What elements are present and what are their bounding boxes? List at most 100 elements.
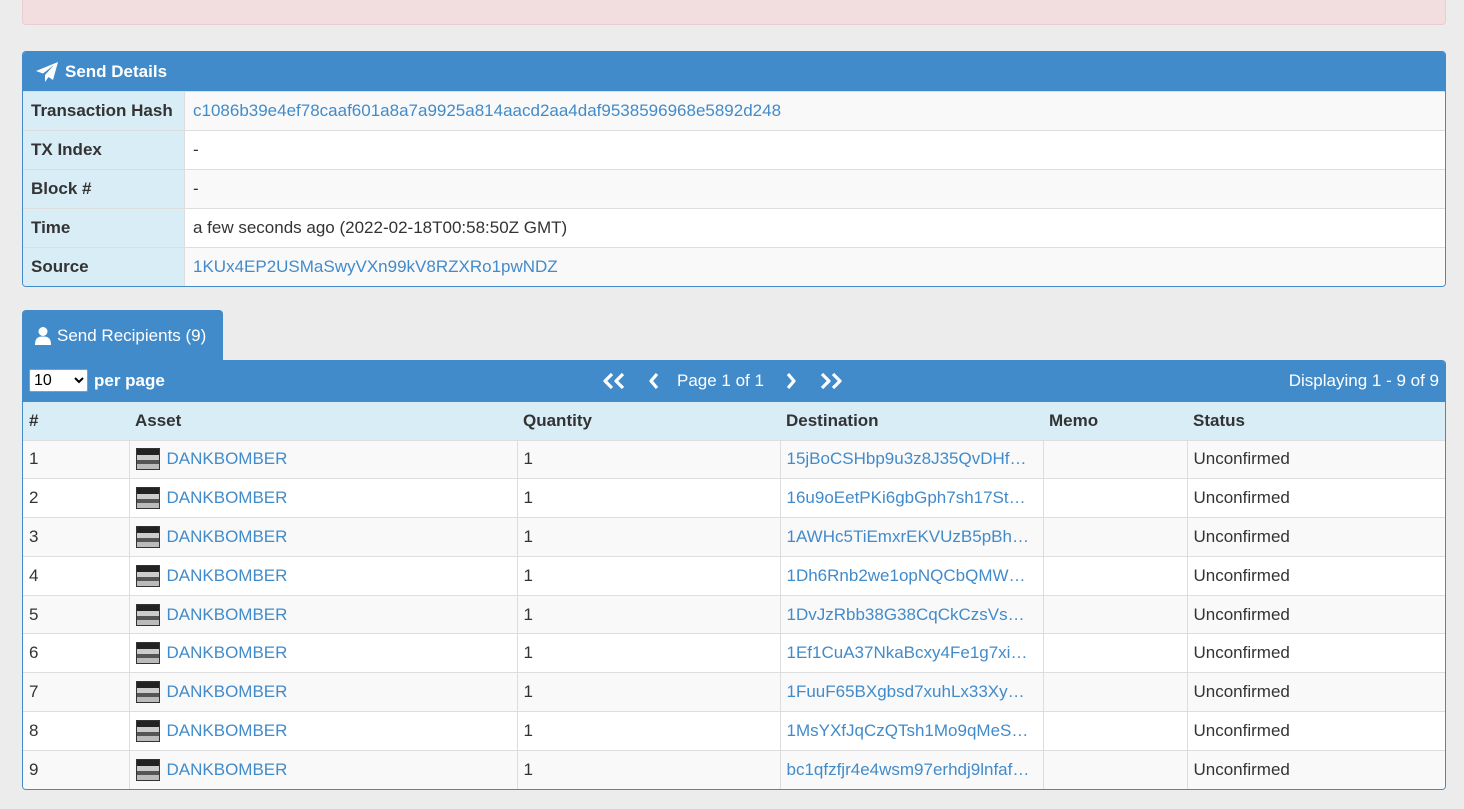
row-number: 8 (29, 720, 39, 740)
chevron-left-icon (649, 372, 659, 390)
status: Unconfirmed (1193, 643, 1290, 663)
send-details-title: Send Details (65, 61, 168, 81)
asset-link[interactable]: DANKBOMBER (167, 643, 288, 663)
error-alert (22, 0, 1446, 25)
per-page-select[interactable]: 10 (29, 369, 88, 392)
detail-value: - (193, 179, 199, 198)
status: Unconfirmed (1193, 526, 1290, 546)
recipients-panel: 10 per page Page 1 of 1 Displaying 1 - 9… (22, 360, 1446, 790)
row-number-cell: 1 (23, 439, 130, 479)
destination-link[interactable]: bc1qfzfjr4e4wsm97erhdj9lnfaf… (787, 760, 1037, 780)
quantity: 1 (523, 449, 533, 469)
status-cell: Unconfirmed (1187, 749, 1445, 789)
asset-thumbnail (135, 487, 160, 510)
row-number-cell: 7 (23, 672, 130, 712)
detail-row: Source 1KUx4EP2USMaSwyVXn99kV8RZXRo1pwNDZ (23, 247, 1445, 286)
asset-link[interactable]: DANKBOMBER (167, 721, 288, 741)
detail-label: TX Index (23, 131, 185, 169)
status: Unconfirmed (1193, 488, 1290, 508)
row-number-cell: 3 (23, 517, 130, 557)
status: Unconfirmed (1193, 720, 1290, 740)
asset-thumbnail (135, 448, 160, 471)
quantity: 1 (523, 720, 533, 740)
asset-link[interactable]: DANKBOMBER (167, 527, 288, 547)
detail-value-link[interactable]: 1KUx4EP2USMaSwyVXn99kV8RZXRo1pwNDZ (193, 257, 558, 277)
asset-link[interactable]: DANKBOMBER (167, 682, 288, 702)
asset-link[interactable]: DANKBOMBER (167, 488, 288, 508)
destination-link[interactable]: 1Ef1CuA37NkaBcxy4Fe1g7xi… (787, 643, 1037, 663)
table-row: 3 DANKBOMBER 1 1AWHc5TiEmxrEKVUzB5pBh… Uncon… (23, 517, 1445, 557)
memo-cell (1043, 478, 1188, 518)
asset-link[interactable]: DANKBOMBER (167, 760, 288, 780)
destination-link-cell: 15jBoCSHbp9u3z8J35QvDHf… (780, 439, 1044, 479)
double-chevron-left-icon (603, 372, 625, 390)
row-number: 1 (29, 449, 39, 469)
quantity: 1 (523, 488, 533, 508)
asset-cell: DANKBOMBER (129, 633, 518, 673)
detail-value-cell: a few seconds ago (2022-02-18T00:58:50Z … (185, 209, 1445, 247)
destination-link[interactable]: 1DvJzRbb38G38CqCkCzsVs… (787, 605, 1037, 625)
tab-send-recipients[interactable]: Send Recipients (9) (22, 310, 223, 362)
quantity-cell: 1 (517, 555, 781, 596)
destination-link-cell: 1AWHc5TiEmxrEKVUzB5pBh… (780, 517, 1044, 557)
table-row: 7 DANKBOMBER 1 1FuuF65BXgbsd7xuhLx33Xy… Unco… (23, 672, 1445, 712)
asset-cell: DANKBOMBER (129, 517, 518, 557)
quantity: 1 (523, 682, 533, 702)
destination-link[interactable]: 1AWHc5TiEmxrEKVUzB5pBh… (787, 527, 1037, 547)
memo-cell (1043, 711, 1188, 751)
row-number: 2 (29, 488, 39, 508)
asset-thumbnail (135, 642, 160, 665)
quantity: 1 (523, 760, 533, 780)
asset-cell: DANKBOMBER (129, 555, 518, 596)
table-row: 2 DANKBOMBER 1 16u9oEetPKi6gbGph7sh17St… Unc… (23, 478, 1445, 518)
destination-link[interactable]: 1FuuF65BXgbsd7xuhLx33Xy… (787, 682, 1037, 702)
user-icon (34, 326, 52, 346)
table-row: 6 DANKBOMBER 1 1Ef1CuA37NkaBcxy4Fe1g7xi… Unc… (23, 633, 1445, 673)
detail-value-link[interactable]: c1086b39e4ef78caaf601a8a7a9925a814aacd2a… (193, 101, 781, 121)
quantity-cell: 1 (517, 711, 781, 751)
quantity-cell: 1 (517, 633, 781, 673)
memo-cell (1043, 749, 1188, 789)
destination-link[interactable]: 16u9oEetPKi6gbGph7sh17St… (787, 488, 1037, 508)
row-number: 7 (29, 682, 39, 702)
asset-thumbnail (135, 759, 160, 782)
column-header: Status (1187, 402, 1445, 441)
destination-link-cell: 1Dh6Rnb2we1opNQCbQMW… (780, 555, 1044, 596)
memo-cell (1043, 517, 1188, 557)
destination-link[interactable]: 1MsYXfJqCzQTsh1Mo9qMeS… (787, 721, 1037, 741)
row-number-cell: 9 (23, 749, 130, 789)
row-number: 9 (29, 760, 39, 780)
per-page-control: 10 per page (29, 369, 165, 392)
status: Unconfirmed (1193, 449, 1290, 469)
detail-row: TX Index - (23, 130, 1445, 169)
send-details-panel: Send Details Transaction Hash c1086b39e4e… (22, 51, 1446, 287)
row-number: 6 (29, 643, 39, 663)
asset-thumbnail (135, 719, 160, 742)
first-page-button[interactable] (601, 368, 627, 394)
recipients-toolbar: 10 per page Page 1 of 1 Displaying 1 - 9… (23, 361, 1445, 402)
quantity-cell: 1 (517, 749, 781, 789)
last-page-button[interactable] (818, 368, 844, 394)
destination-link[interactable]: 15jBoCSHbp9u3z8J35QvDHf… (787, 449, 1037, 469)
asset-cell: DANKBOMBER (129, 672, 518, 712)
row-number-cell: 6 (23, 633, 130, 673)
table-row: 8 DANKBOMBER 1 1MsYXfJqCzQTsh1Mo9qMeS… Uncon… (23, 711, 1445, 751)
status-cell: Unconfirmed (1187, 711, 1445, 751)
detail-label: Transaction Hash (23, 92, 185, 130)
destination-link[interactable]: 1Dh6Rnb2we1opNQCbQMW… (787, 566, 1037, 586)
table-row: 4 DANKBOMBER 1 1Dh6Rnb2we1opNQCbQMW… Unconfi… (23, 555, 1445, 596)
asset-link[interactable]: DANKBOMBER (167, 449, 288, 469)
next-page-button[interactable] (784, 368, 798, 394)
status: Unconfirmed (1193, 604, 1290, 624)
status-cell: Unconfirmed (1187, 633, 1445, 673)
detail-row: Time a few seconds ago (2022-02-18T00:58:… (23, 208, 1445, 247)
asset-link[interactable]: DANKBOMBER (167, 605, 288, 625)
prev-page-button[interactable] (647, 368, 661, 394)
destination-link-cell: bc1qfzfjr4e4wsm97erhdj9lnfaf… (780, 749, 1044, 789)
asset-link[interactable]: DANKBOMBER (167, 566, 288, 586)
quantity: 1 (523, 643, 533, 663)
memo-cell (1043, 594, 1188, 634)
table-row: 5 DANKBOMBER 1 1DvJzRbb38G38CqCkCzsVs… Uncon… (23, 594, 1445, 634)
quantity: 1 (523, 604, 533, 624)
detail-row: Block # - (23, 169, 1445, 208)
